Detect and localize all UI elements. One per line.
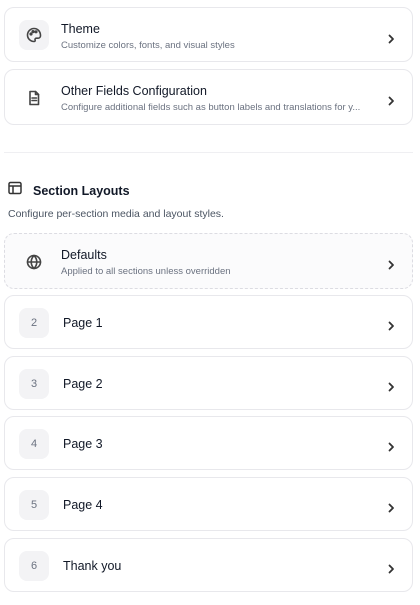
chevron-right-icon <box>386 93 396 106</box>
chevron-right-icon <box>386 257 396 270</box>
section-number-badge: 6 <box>19 551 49 581</box>
other-fields-description: Configure additional fields such as butt… <box>61 102 361 113</box>
chevron-right-icon <box>386 439 396 452</box>
section-divider <box>4 152 413 153</box>
chevron-right-icon <box>386 318 396 331</box>
defaults-layout-card[interactable]: Defaults Applied to all sections unless … <box>4 233 413 289</box>
chevron-right-icon <box>386 379 396 392</box>
section-number-badge: 5 <box>19 490 49 520</box>
chevron-right-icon <box>386 31 396 44</box>
layout-icon <box>8 181 22 200</box>
section-label: Page 1 <box>63 316 103 330</box>
chevron-right-icon <box>386 500 396 513</box>
theme-settings-card[interactable]: Theme Customize colors, fonts, and visua… <box>4 7 413 62</box>
section-label: Page 3 <box>63 437 103 451</box>
section-number-badge: 4 <box>19 429 49 459</box>
defaults-description: Applied to all sections unless overridde… <box>61 266 231 277</box>
defaults-title: Defaults <box>61 248 107 262</box>
section-number-badge: 3 <box>19 369 49 399</box>
section-layout-card[interactable]: 5 Page 4 <box>4 477 413 531</box>
section-layouts-description: Configure per-section media and layout s… <box>8 208 224 220</box>
section-number-badge: 2 <box>19 308 49 338</box>
section-layout-card[interactable]: 2 Page 1 <box>4 295 413 349</box>
section-layout-card[interactable]: 3 Page 2 <box>4 356 413 410</box>
globe-icon <box>19 247 49 277</box>
section-label: Page 4 <box>63 498 103 512</box>
section-layouts-header: Section Layouts <box>8 181 130 200</box>
other-fields-settings-card[interactable]: Other Fields Configuration Configure add… <box>4 69 413 125</box>
theme-description: Customize colors, fonts, and visual styl… <box>61 40 235 51</box>
other-fields-title: Other Fields Configuration <box>61 84 207 98</box>
section-layout-card[interactable]: 6 Thank you <box>4 538 413 592</box>
document-icon <box>19 83 49 113</box>
section-label: Page 2 <box>63 377 103 391</box>
palette-icon <box>19 20 49 50</box>
section-label: Thank you <box>63 559 122 573</box>
chevron-right-icon <box>386 561 396 574</box>
theme-title: Theme <box>61 22 100 36</box>
section-layouts-title: Section Layouts <box>33 183 130 198</box>
section-layout-card[interactable]: 4 Page 3 <box>4 416 413 470</box>
